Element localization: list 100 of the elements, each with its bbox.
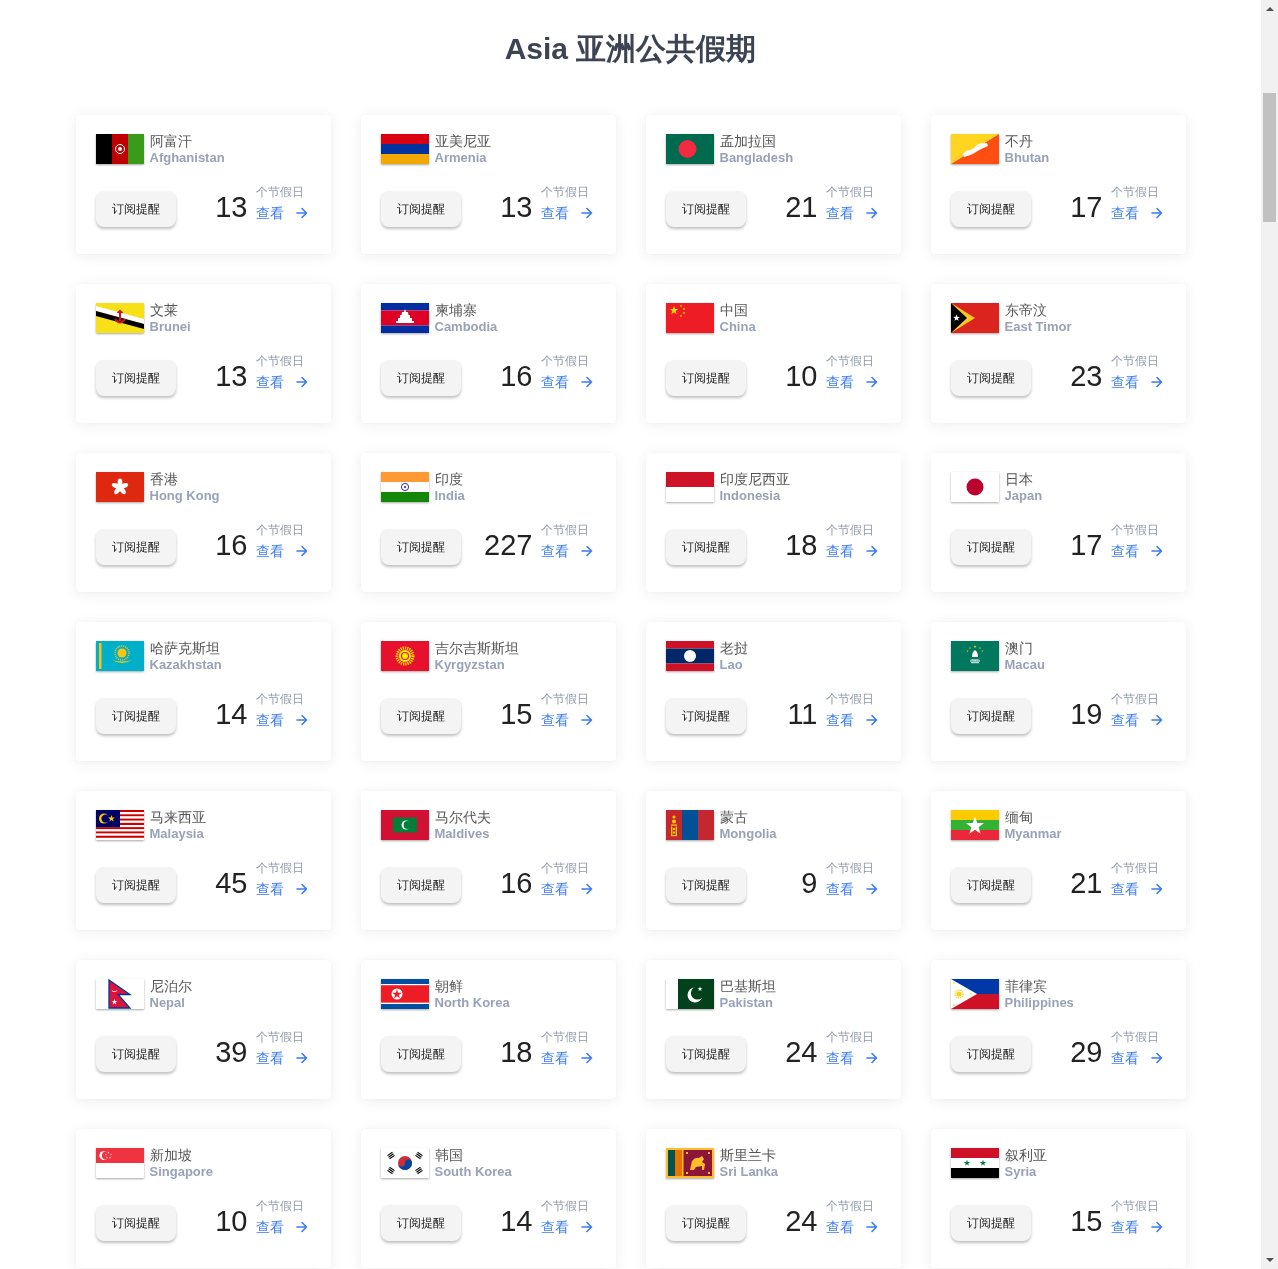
chinese-country-name: 缅甸 (1004, 810, 1033, 826)
subscribe-button[interactable]: 订阅提醒 (950, 698, 1031, 734)
holiday-count-label: 个节假日 (1110, 523, 1159, 537)
view-link[interactable]: 查看 (255, 374, 308, 390)
holiday-count-label: 个节假日 (1110, 354, 1159, 368)
arrow-right-icon (295, 207, 308, 219)
scroll-up-icon[interactable] (1265, 7, 1274, 11)
holiday-count-label: 个节假日 (255, 692, 304, 706)
chinese-country-name: 老挝 (719, 641, 748, 657)
holiday-count: 19 (1070, 699, 1103, 729)
scrollbar-thumb[interactable] (1263, 93, 1276, 222)
view-link[interactable]: 查看 (255, 881, 308, 897)
subscribe-button[interactable]: 订阅提醒 (380, 1036, 461, 1072)
flag-icon (665, 472, 714, 502)
view-link[interactable]: 查看 (255, 205, 308, 221)
view-link[interactable]: 查看 (825, 205, 878, 221)
holiday-count-label: 个节假日 (1110, 692, 1159, 706)
arrow-right-icon (865, 1221, 878, 1233)
view-link[interactable]: 查看 (540, 881, 593, 897)
view-link[interactable]: 查看 (540, 374, 593, 390)
english-country-name: Armenia (434, 150, 487, 166)
subscribe-button[interactable]: 订阅提醒 (380, 360, 461, 396)
scroll-down-icon[interactable] (1265, 1258, 1274, 1262)
holiday-count: 24 (785, 1206, 818, 1236)
view-link[interactable]: 查看 (540, 1219, 593, 1235)
view-link[interactable]: 查看 (540, 712, 593, 728)
subscribe-button[interactable]: 订阅提醒 (95, 360, 176, 396)
subscribe-button[interactable]: 订阅提醒 (380, 529, 461, 565)
flag-icon (950, 641, 999, 671)
subscribe-button[interactable]: 订阅提醒 (380, 698, 461, 734)
holiday-count-label: 个节假日 (1110, 1199, 1159, 1213)
view-link[interactable]: 查看 (1110, 712, 1163, 728)
view-link[interactable]: 查看 (1110, 1050, 1163, 1066)
arrow-right-icon (865, 545, 878, 557)
arrow-right-icon (580, 1052, 593, 1064)
view-link[interactable]: 查看 (1110, 205, 1163, 221)
subscribe-button[interactable]: 订阅提醒 (665, 698, 746, 734)
holiday-count-label: 个节假日 (540, 1030, 589, 1044)
view-link[interactable]: 查看 (540, 543, 593, 559)
view-link[interactable]: 查看 (1110, 881, 1163, 897)
flag-icon (950, 810, 999, 840)
subscribe-button[interactable]: 订阅提醒 (950, 1205, 1031, 1241)
chinese-country-name: 东帝汶 (1004, 303, 1047, 319)
subscribe-button[interactable]: 订阅提醒 (95, 867, 176, 903)
view-link[interactable]: 查看 (540, 205, 593, 221)
subscribe-button[interactable]: 订阅提醒 (950, 529, 1031, 565)
flag-icon (95, 810, 144, 840)
view-link[interactable]: 查看 (1110, 1219, 1163, 1235)
subscribe-button[interactable]: 订阅提醒 (95, 1036, 176, 1072)
view-link[interactable]: 查看 (825, 712, 878, 728)
flag-icon (665, 810, 714, 840)
flag-icon (665, 641, 714, 671)
arrow-right-icon (580, 883, 593, 895)
view-link[interactable]: 查看 (540, 1050, 593, 1066)
chinese-country-name: 不丹 (1004, 134, 1033, 150)
subscribe-button[interactable]: 订阅提醒 (665, 191, 746, 227)
view-link[interactable]: 查看 (1110, 543, 1163, 559)
subscribe-button[interactable]: 订阅提醒 (95, 1205, 176, 1241)
chinese-country-name: 巴基斯坦 (719, 979, 776, 995)
subscribe-button[interactable]: 订阅提醒 (665, 360, 746, 396)
subscribe-button[interactable]: 订阅提醒 (950, 191, 1031, 227)
subscribe-button[interactable]: 订阅提醒 (950, 360, 1031, 396)
chinese-country-name: 马来西亚 (149, 810, 206, 826)
view-link[interactable]: 查看 (255, 712, 308, 728)
subscribe-button[interactable]: 订阅提醒 (665, 867, 746, 903)
holiday-count: 24 (785, 1037, 818, 1067)
subscribe-button[interactable]: 订阅提醒 (380, 191, 461, 227)
holiday-count-label: 个节假日 (540, 354, 589, 368)
view-link[interactable]: 查看 (255, 1219, 308, 1235)
subscribe-button[interactable]: 订阅提醒 (380, 1205, 461, 1241)
subscribe-button[interactable]: 订阅提醒 (950, 1036, 1031, 1072)
subscribe-button[interactable]: 订阅提醒 (665, 1036, 746, 1072)
view-link[interactable]: 查看 (255, 1050, 308, 1066)
subscribe-button[interactable]: 订阅提醒 (95, 529, 176, 565)
flag-icon (950, 303, 999, 333)
view-link[interactable]: 查看 (255, 543, 308, 559)
subscribe-button[interactable]: 订阅提醒 (380, 867, 461, 903)
chinese-country-name: 文莱 (149, 303, 178, 319)
chinese-country-name: 亚美尼亚 (434, 134, 491, 150)
subscribe-button[interactable]: 订阅提醒 (665, 529, 746, 565)
arrow-right-icon (1150, 883, 1163, 895)
subscribe-button[interactable]: 订阅提醒 (950, 867, 1031, 903)
view-link[interactable]: 查看 (825, 543, 878, 559)
holiday-count: 13 (500, 192, 533, 222)
chinese-country-name: 阿富汗 (149, 134, 192, 150)
view-link[interactable]: 查看 (825, 1050, 878, 1066)
scrollbar-track[interactable] (1261, 0, 1278, 1269)
english-country-name: Hong Kong (149, 488, 220, 504)
view-link[interactable]: 查看 (825, 1219, 878, 1235)
view-link[interactable]: 查看 (1110, 374, 1163, 390)
english-country-name: Indonesia (719, 488, 781, 504)
flag-icon (380, 641, 429, 671)
view-link[interactable]: 查看 (825, 374, 878, 390)
english-country-name: Kyrgyzstan (434, 657, 505, 673)
subscribe-button[interactable]: 订阅提醒 (95, 191, 176, 227)
subscribe-button[interactable]: 订阅提醒 (95, 698, 176, 734)
holiday-count: 227 (484, 530, 533, 560)
english-country-name: North Korea (434, 995, 510, 1011)
subscribe-button[interactable]: 订阅提醒 (665, 1205, 746, 1241)
view-link[interactable]: 查看 (825, 881, 878, 897)
